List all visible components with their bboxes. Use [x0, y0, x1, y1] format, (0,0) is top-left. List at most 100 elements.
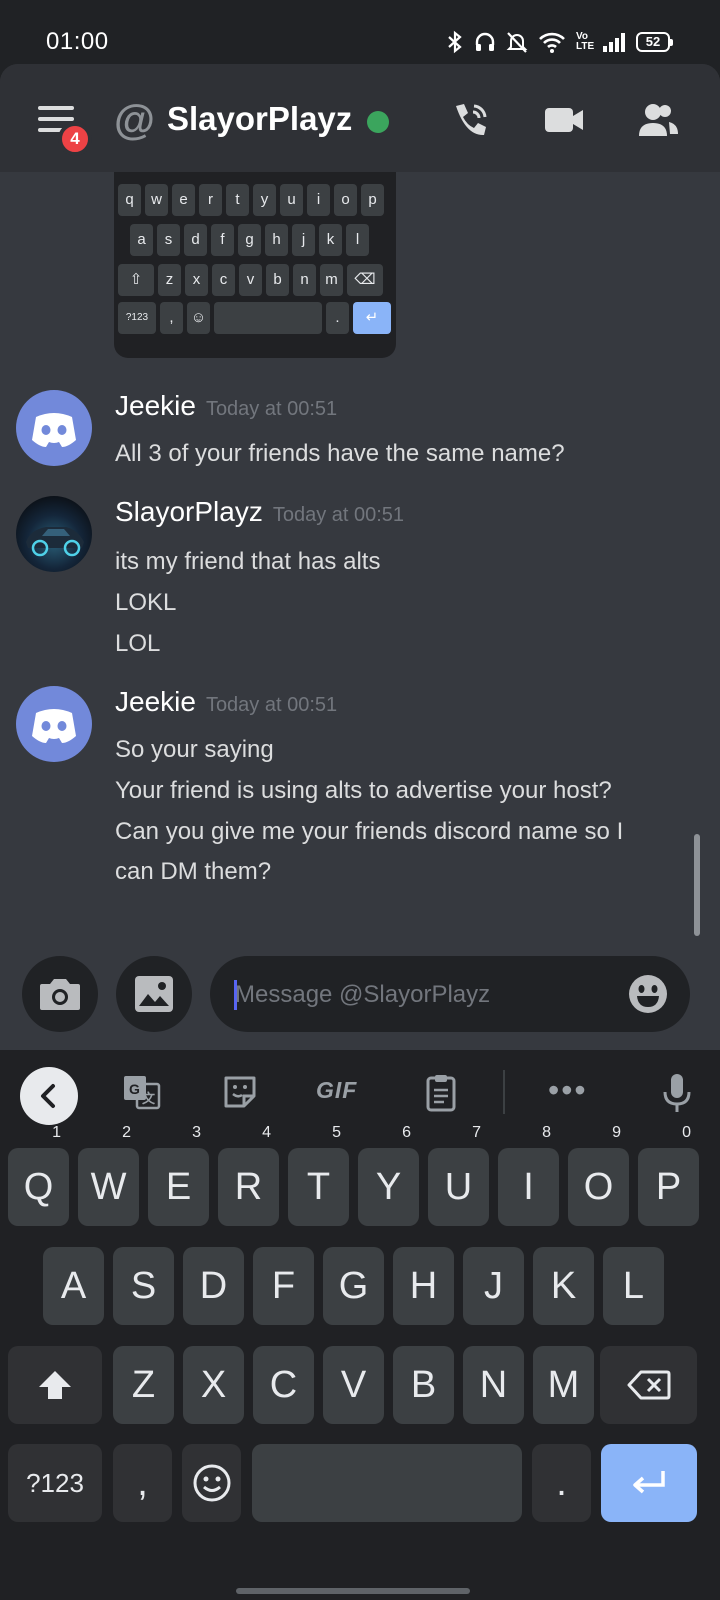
image-icon — [135, 976, 173, 1012]
key-s[interactable]: S — [113, 1247, 174, 1325]
members-icon[interactable] — [636, 98, 680, 142]
backspace-icon — [627, 1370, 670, 1400]
key-label: Q — [23, 1166, 54, 1208]
key-label: J — [484, 1265, 503, 1307]
key-u[interactable]: U7 — [428, 1124, 489, 1226]
key-label: C — [269, 1364, 298, 1406]
preview-symbols-key: ?123 — [118, 302, 156, 334]
key-o[interactable]: O9 — [568, 1124, 629, 1226]
scrollbar[interactable] — [694, 834, 700, 936]
key-v[interactable]: V — [323, 1346, 384, 1424]
key-label: N — [479, 1364, 508, 1406]
key-label: E — [165, 1166, 192, 1208]
chevron-left-icon — [41, 1084, 55, 1108]
gif-button[interactable]: GIF — [316, 1077, 357, 1104]
svg-text:G: G — [129, 1081, 140, 1097]
key-label: R — [234, 1166, 263, 1208]
svg-text:文: 文 — [142, 1091, 156, 1106]
avatar[interactable] — [16, 496, 92, 572]
key-label: M — [547, 1364, 580, 1406]
preview-key: q — [118, 184, 141, 216]
key-a[interactable]: A — [43, 1247, 104, 1325]
camera-icon — [40, 979, 80, 1010]
emoji-icon[interactable] — [628, 974, 668, 1014]
key-h[interactable]: H — [393, 1247, 454, 1325]
space-key[interactable] — [252, 1444, 522, 1522]
message-text: So your saying — [115, 736, 274, 763]
status-icons: Vo LTE 52 — [446, 30, 673, 54]
preview-key: u — [280, 184, 303, 216]
microphone-icon[interactable] — [660, 1072, 694, 1116]
gesture-navigation-bar[interactable] — [236, 1588, 470, 1594]
key-label: V — [340, 1364, 367, 1406]
message-author[interactable]: Jeekie Today at 00:51 — [115, 686, 337, 718]
key-b[interactable]: B — [393, 1346, 454, 1424]
shared-image[interactable]: qwertyuiop asdfghjkl ⇧ zxcvbnm ⌫ ?123 , … — [114, 156, 396, 358]
sticker-icon[interactable] — [220, 1072, 260, 1112]
key-f[interactable]: F — [253, 1247, 314, 1325]
enter-key[interactable] — [601, 1444, 697, 1522]
message-timestamp: Today at 00:51 — [205, 398, 338, 420]
key-q[interactable]: Q1 — [8, 1124, 69, 1226]
key-number-hint: 0 — [682, 1124, 691, 1141]
preview-key: a — [130, 224, 153, 256]
key-t[interactable]: T5 — [288, 1124, 349, 1226]
key-y[interactable]: Y6 — [358, 1124, 419, 1226]
period-key[interactable]: . — [532, 1444, 591, 1522]
key-number-hint: 4 — [262, 1124, 271, 1141]
key-e[interactable]: E3 — [148, 1124, 209, 1226]
signal-icon — [603, 33, 625, 52]
key-label: U — [444, 1166, 473, 1208]
key-d[interactable]: D — [183, 1247, 244, 1325]
message-author[interactable]: Jeekie Today at 00:51 — [115, 390, 337, 422]
camera-button[interactable] — [22, 956, 98, 1032]
keyboard-back-button[interactable] — [20, 1067, 78, 1125]
emoji-key[interactable] — [182, 1444, 241, 1522]
shift-key[interactable] — [8, 1346, 102, 1424]
key-j[interactable]: J — [463, 1247, 524, 1325]
key-number-hint: 1 — [52, 1124, 61, 1141]
comma-key[interactable]: , — [113, 1444, 172, 1522]
preview-key: x — [185, 264, 208, 296]
key-c[interactable]: C — [253, 1346, 314, 1424]
emoji-icon — [193, 1464, 230, 1502]
gallery-button[interactable] — [116, 956, 192, 1032]
avatar[interactable] — [16, 390, 92, 466]
call-icon[interactable] — [448, 98, 492, 142]
key-z[interactable]: Z — [113, 1346, 174, 1424]
key-label: P — [655, 1166, 682, 1208]
key-k[interactable]: K — [533, 1247, 594, 1325]
key-p[interactable]: P0 — [638, 1124, 699, 1226]
key-r[interactable]: R4 — [218, 1124, 279, 1226]
battery-icon: 52 — [636, 32, 673, 52]
preview-key: m — [320, 264, 343, 296]
video-icon[interactable] — [542, 98, 586, 142]
avatar[interactable] — [16, 686, 92, 762]
toolbar-divider — [503, 1070, 505, 1114]
key-label: T — [306, 1166, 331, 1208]
key-l[interactable]: L — [603, 1247, 664, 1325]
translate-icon[interactable]: G文 — [122, 1072, 162, 1112]
symbols-key[interactable]: ?123 — [8, 1444, 102, 1522]
preview-period-key: . — [326, 302, 349, 334]
preview-key: n — [293, 264, 316, 296]
message-input[interactable]: Message @SlayorPlayz — [210, 956, 690, 1032]
key-m[interactable]: M — [533, 1346, 594, 1424]
channel-header: 4 @ SlayorPlayz — [0, 64, 720, 172]
key-n[interactable]: N — [463, 1346, 524, 1424]
key-label: Y — [375, 1166, 402, 1208]
preview-key: f — [211, 224, 234, 256]
key-number-hint: 9 — [612, 1124, 621, 1141]
key-w[interactable]: W2 — [78, 1124, 139, 1226]
key-i[interactable]: I8 — [498, 1124, 559, 1226]
key-x[interactable]: X — [183, 1346, 244, 1424]
clipboard-icon[interactable] — [421, 1072, 461, 1112]
more-options-icon[interactable]: ••• — [548, 1072, 588, 1109]
backspace-key[interactable] — [600, 1346, 697, 1424]
message-timestamp: Today at 00:51 — [272, 504, 405, 526]
preview-key: d — [184, 224, 207, 256]
preview-key: h — [265, 224, 288, 256]
key-label: I — [523, 1166, 534, 1208]
key-g[interactable]: G — [323, 1247, 384, 1325]
message-author[interactable]: SlayorPlayz Today at 00:51 — [115, 496, 404, 528]
